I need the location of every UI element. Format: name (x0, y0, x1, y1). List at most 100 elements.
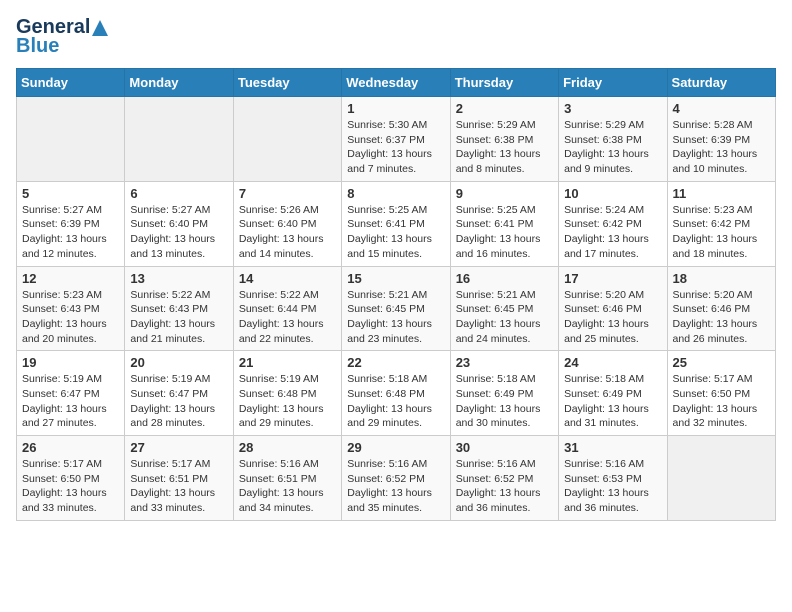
day-number: 11 (673, 186, 770, 201)
calendar-cell (667, 436, 775, 521)
day-info: Sunrise: 5:16 AMSunset: 6:52 PMDaylight:… (456, 457, 553, 516)
day-number: 31 (564, 440, 661, 455)
calendar-cell: 23Sunrise: 5:18 AMSunset: 6:49 PMDayligh… (450, 351, 558, 436)
day-info: Sunrise: 5:21 AMSunset: 6:45 PMDaylight:… (456, 288, 553, 347)
calendar-cell: 19 Sunrise: 5:19 AMSunset: 6:47 PMDayligh… (17, 351, 125, 436)
weekday-header-cell: Sunday (17, 69, 125, 97)
day-number: 10 (564, 186, 661, 201)
day-info: Sunrise: 5:20 AMSunset: 6:46 PMDaylight:… (673, 288, 770, 347)
calendar-cell (17, 97, 125, 182)
day-number: 19 (22, 355, 119, 370)
day-info: Sunrise: 5:18 AMSunset: 6:49 PMDaylight:… (456, 372, 553, 431)
calendar-cell: 28Sunrise: 5:16 AMSunset: 6:51 PMDayligh… (233, 436, 341, 521)
day-number: 25 (673, 355, 770, 370)
day-number: 9 (456, 186, 553, 201)
day-info: Sunrise: 5:19 AMSunset: 6:47 PMDaylight:… (130, 372, 227, 431)
day-info: Sunrise: 5:25 AMSunset: 6:41 PMDaylight:… (456, 203, 553, 262)
day-number: 20 (130, 355, 227, 370)
calendar-cell: 5Sunrise: 5:27 AMSunset: 6:39 PMDaylight… (17, 181, 125, 266)
calendar-cell: 2 Sunrise: 5:29 AMSunset: 6:38 PMDaylight… (450, 97, 558, 182)
calendar-cell: 25 Sunrise: 5:17 AMSunset: 6:50 PMDayligh… (667, 351, 775, 436)
day-number: 15 (347, 271, 444, 286)
calendar-cell: 16 Sunrise: 5:21 AMSunset: 6:45 PMDayligh… (450, 266, 558, 351)
calendar-cell (125, 97, 233, 182)
weekday-header-cell: Thursday (450, 69, 558, 97)
day-number: 17 (564, 271, 661, 286)
calendar-cell: 8Sunrise: 5:25 AMSunset: 6:41 PMDaylight… (342, 181, 450, 266)
day-info: Sunrise: 5:23 AMSunset: 6:43 PMDaylight:… (22, 288, 119, 347)
calendar-week-row: 1Sunrise: 5:30 AMSunset: 6:37 PMDaylight… (17, 97, 776, 182)
day-info: Sunrise: 5:19 AMSunset: 6:47 PMDaylight:… (22, 372, 119, 431)
day-info: Sunrise: 5:17 AMSunset: 6:50 PMDaylight:… (673, 372, 770, 431)
calendar-cell: 1Sunrise: 5:30 AMSunset: 6:37 PMDaylight… (342, 97, 450, 182)
day-number: 12 (22, 271, 119, 286)
calendar-cell: 22Sunrise: 5:18 AMSunset: 6:48 PMDayligh… (342, 351, 450, 436)
calendar-cell (233, 97, 341, 182)
day-info: Sunrise: 5:16 AMSunset: 6:53 PMDaylight:… (564, 457, 661, 516)
day-number: 28 (239, 440, 336, 455)
calendar-cell: 7 Sunrise: 5:26 AMSunset: 6:40 PMDaylight… (233, 181, 341, 266)
calendar-cell: 13 Sunrise: 5:22 AMSunset: 6:43 PMDayligh… (125, 266, 233, 351)
day-number: 14 (239, 271, 336, 286)
day-number: 6 (130, 186, 227, 201)
day-info: Sunrise: 5:18 AMSunset: 6:49 PMDaylight:… (564, 372, 661, 431)
calendar-cell: 29 Sunrise: 5:16 AMSunset: 6:52 PMDayligh… (342, 436, 450, 521)
calendar-cell: 27 Sunrise: 5:17 AMSunset: 6:51 PMDayligh… (125, 436, 233, 521)
weekday-header-cell: Saturday (667, 69, 775, 97)
calendar-week-row: 5Sunrise: 5:27 AMSunset: 6:39 PMDaylight… (17, 181, 776, 266)
day-number: 21 (239, 355, 336, 370)
day-info: Sunrise: 5:18 AMSunset: 6:48 PMDaylight:… (347, 372, 444, 431)
day-info: Sunrise: 5:23 AMSunset: 6:42 PMDaylight:… (673, 203, 770, 262)
calendar-week-row: 19 Sunrise: 5:19 AMSunset: 6:47 PMDayligh… (17, 351, 776, 436)
day-info: Sunrise: 5:27 AMSunset: 6:40 PMDaylight:… (130, 203, 227, 262)
day-info: Sunrise: 5:20 AMSunset: 6:46 PMDaylight:… (564, 288, 661, 347)
day-number: 27 (130, 440, 227, 455)
day-number: 2 (456, 101, 553, 116)
day-number: 4 (673, 101, 770, 116)
day-info: Sunrise: 5:16 AMSunset: 6:52 PMDaylight:… (347, 457, 444, 516)
day-number: 26 (22, 440, 119, 455)
day-info: Sunrise: 5:24 AMSunset: 6:42 PMDaylight:… (564, 203, 661, 262)
day-info: Sunrise: 5:28 AMSunset: 6:39 PMDaylight:… (673, 118, 770, 177)
calendar-body: 1Sunrise: 5:30 AMSunset: 6:37 PMDaylight… (17, 97, 776, 521)
weekday-header-row: SundayMondayTuesdayWednesdayThursdayFrid… (17, 69, 776, 97)
day-number: 1 (347, 101, 444, 116)
day-number: 30 (456, 440, 553, 455)
day-info: Sunrise: 5:17 AMSunset: 6:50 PMDaylight:… (22, 457, 119, 516)
day-info: Sunrise: 5:29 AMSunset: 6:38 PMDaylight:… (456, 118, 553, 177)
calendar-cell: 21 Sunrise: 5:19 AMSunset: 6:48 PMDayligh… (233, 351, 341, 436)
day-info: Sunrise: 5:19 AMSunset: 6:48 PMDaylight:… (239, 372, 336, 431)
day-info: Sunrise: 5:26 AMSunset: 6:40 PMDaylight:… (239, 203, 336, 262)
calendar-cell: 26 Sunrise: 5:17 AMSunset: 6:50 PMDayligh… (17, 436, 125, 521)
weekday-header-cell: Monday (125, 69, 233, 97)
calendar-cell: 20 Sunrise: 5:19 AMSunset: 6:47 PMDayligh… (125, 351, 233, 436)
day-number: 3 (564, 101, 661, 116)
day-number: 5 (22, 186, 119, 201)
day-number: 16 (456, 271, 553, 286)
day-info: Sunrise: 5:29 AMSunset: 6:38 PMDaylight:… (564, 118, 661, 177)
calendar-cell: 3 Sunrise: 5:29 AMSunset: 6:38 PMDaylight… (559, 97, 667, 182)
calendar-cell: 6 Sunrise: 5:27 AMSunset: 6:40 PMDaylight… (125, 181, 233, 266)
calendar-cell: 15 Sunrise: 5:21 AMSunset: 6:45 PMDayligh… (342, 266, 450, 351)
day-number: 18 (673, 271, 770, 286)
day-info: Sunrise: 5:22 AMSunset: 6:44 PMDaylight:… (239, 288, 336, 347)
day-number: 7 (239, 186, 336, 201)
page-header: General Blue (16, 16, 776, 58)
day-info: Sunrise: 5:21 AMSunset: 6:45 PMDaylight:… (347, 288, 444, 347)
day-info: Sunrise: 5:17 AMSunset: 6:51 PMDaylight:… (130, 457, 227, 516)
day-info: Sunrise: 5:22 AMSunset: 6:43 PMDaylight:… (130, 288, 227, 347)
calendar-cell: 30 Sunrise: 5:16 AMSunset: 6:52 PMDayligh… (450, 436, 558, 521)
day-number: 13 (130, 271, 227, 286)
calendar-cell: 10 Sunrise: 5:24 AMSunset: 6:42 PMDayligh… (559, 181, 667, 266)
logo-triangle-icon (91, 19, 109, 37)
logo-blue: Blue (16, 35, 59, 58)
calendar-cell: 31 Sunrise: 5:16 AMSunset: 6:53 PMDayligh… (559, 436, 667, 521)
calendar-week-row: 12 Sunrise: 5:23 AMSunset: 6:43 PMDayligh… (17, 266, 776, 351)
day-number: 8 (347, 186, 444, 201)
calendar-week-row: 26 Sunrise: 5:17 AMSunset: 6:50 PMDayligh… (17, 436, 776, 521)
logo: General Blue (16, 16, 110, 58)
calendar-cell: 24Sunrise: 5:18 AMSunset: 6:49 PMDayligh… (559, 351, 667, 436)
calendar-cell: 9 Sunrise: 5:25 AMSunset: 6:41 PMDaylight… (450, 181, 558, 266)
weekday-header-cell: Tuesday (233, 69, 341, 97)
day-number: 29 (347, 440, 444, 455)
